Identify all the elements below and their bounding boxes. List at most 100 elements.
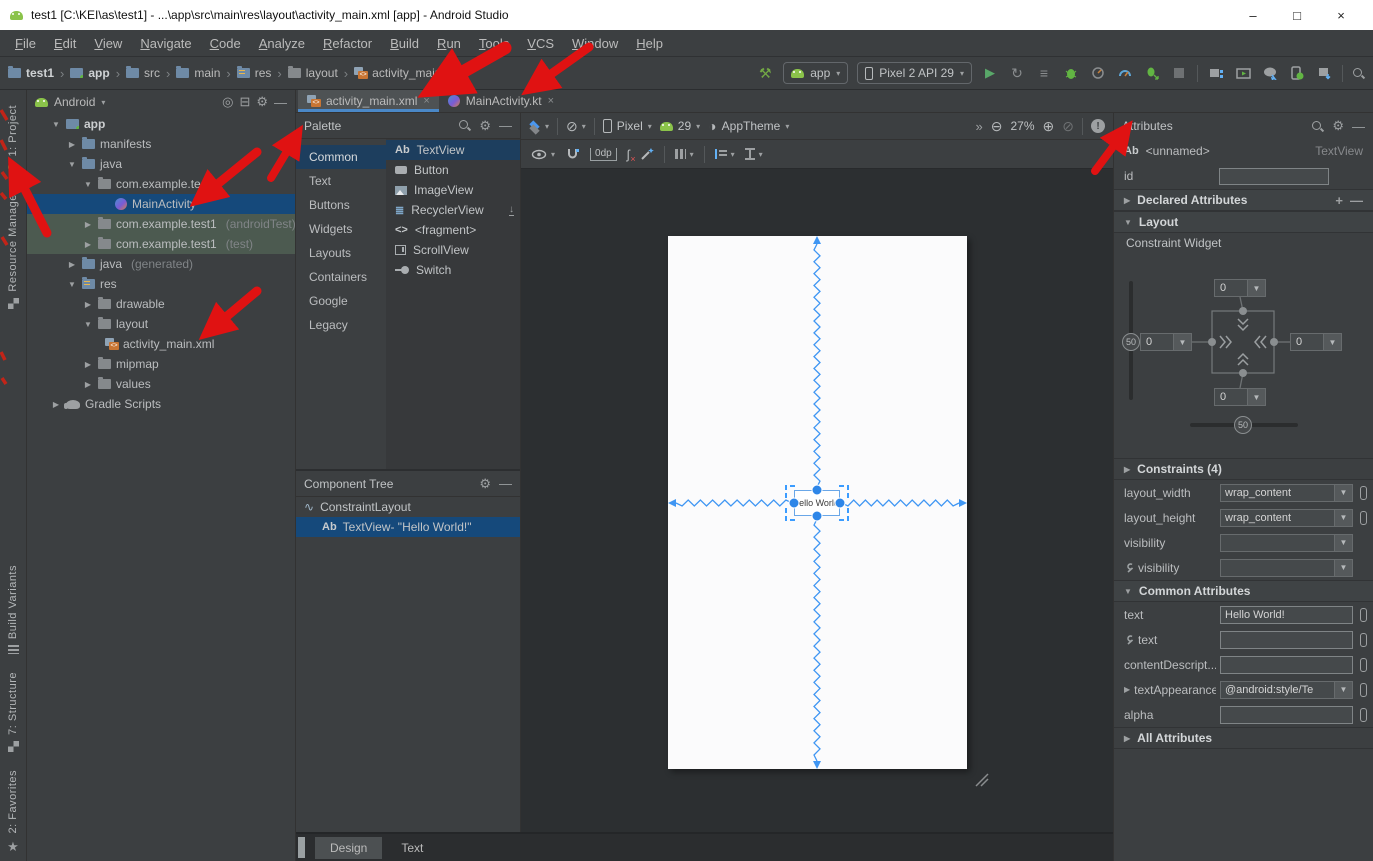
palette-category-google[interactable]: Google bbox=[296, 289, 386, 313]
tree-item-values[interactable]: ▶ values bbox=[27, 374, 295, 394]
design-canvas[interactable]: Hello World! bbox=[521, 169, 1113, 832]
flag-toggle[interactable] bbox=[1360, 511, 1367, 525]
layout-height-combo[interactable]: wrap_content▼ bbox=[1220, 509, 1353, 527]
menu-view[interactable]: View bbox=[85, 33, 131, 54]
breadcrumb-activity-main[interactable]: <>activity_main.xml bbox=[354, 66, 463, 80]
tree-item-package[interactable]: ▼ com.example.test1 bbox=[27, 174, 295, 194]
expand-arrow-icon[interactable]: ▶ bbox=[67, 260, 77, 269]
tab-text[interactable]: Text bbox=[386, 837, 438, 859]
flag-toggle[interactable] bbox=[1360, 486, 1367, 500]
breadcrumb-layout[interactable]: layout bbox=[288, 66, 338, 80]
menu-run[interactable]: Run bbox=[428, 33, 470, 54]
palette-item-recyclerview[interactable]: ≣ RecyclerView ↓ bbox=[386, 200, 520, 220]
constraint-widget[interactable]: 0 ▼ 0 ▼ 0 ▼ 0 ▼ bbox=[1114, 253, 1373, 458]
tree-item-mainactivity[interactable]: MainActivity bbox=[27, 194, 295, 214]
collapse-arrow-icon[interactable]: ▼ bbox=[83, 180, 93, 189]
palette-category-common[interactable]: Common bbox=[296, 145, 386, 169]
palette-item-textview[interactable]: Ab TextView bbox=[386, 140, 520, 160]
resize-grip[interactable] bbox=[981, 779, 988, 786]
download-icon[interactable]: ↓ bbox=[509, 205, 514, 216]
theme-selector[interactable]: ◑AppTheme▾ bbox=[708, 118, 789, 134]
distribute-selector[interactable]: ▾ bbox=[745, 148, 763, 160]
remove-attribute-button[interactable]: — bbox=[1350, 193, 1363, 208]
visibility-combo[interactable]: ▼ bbox=[1220, 534, 1353, 552]
api-selector[interactable]: 29▾ bbox=[660, 119, 700, 133]
gradle-sync-icon[interactable] bbox=[1261, 64, 1279, 82]
breadcrumb-src[interactable]: src bbox=[126, 66, 160, 80]
tree-item-manifests[interactable]: ▶ manifests bbox=[27, 134, 295, 154]
margin-left-combo[interactable]: 0 ▼ bbox=[1140, 333, 1192, 351]
apply-changes-icon[interactable]: ↻ bbox=[1008, 64, 1026, 82]
palette-item-scrollview[interactable]: ScrollView bbox=[386, 240, 520, 260]
section-common-attributes[interactable]: ▼ Common Attributes bbox=[1114, 580, 1373, 602]
tree-item-package-androidtest[interactable]: ▶ com.example.test1 (androidTest) bbox=[27, 214, 295, 234]
breadcrumb-res[interactable]: res bbox=[237, 66, 272, 80]
tool-windows-icon[interactable] bbox=[1207, 64, 1225, 82]
vertical-bias-badge[interactable]: 50 bbox=[1122, 333, 1140, 351]
resize-grip[interactable] bbox=[976, 774, 988, 786]
apply-code-changes-icon[interactable]: ≡ bbox=[1035, 64, 1053, 82]
margin-bottom-combo[interactable]: 0 ▼ bbox=[1214, 388, 1266, 406]
menu-refactor[interactable]: Refactor bbox=[314, 33, 381, 54]
add-attribute-button[interactable]: + bbox=[1335, 193, 1343, 208]
expand-arrow-icon[interactable]: ▶ bbox=[83, 300, 93, 309]
zoom-in-button[interactable]: ⊕ bbox=[1043, 118, 1055, 135]
flag-toggle[interactable] bbox=[1360, 708, 1367, 722]
debug-button[interactable] bbox=[1062, 64, 1080, 82]
component-constraintlayout[interactable]: ∿ ConstraintLayout bbox=[296, 497, 520, 517]
tree-item-drawable[interactable]: ▶ drawable bbox=[27, 294, 295, 314]
menu-code[interactable]: Code bbox=[201, 33, 250, 54]
search-icon[interactable] bbox=[458, 119, 471, 132]
close-tab-icon[interactable]: × bbox=[548, 95, 554, 107]
stop-button[interactable] bbox=[1170, 64, 1188, 82]
hide-panel-icon[interactable]: — bbox=[274, 95, 287, 110]
device-selector-combo[interactable]: Pixel 2 API 29 ▾ bbox=[857, 62, 972, 84]
expand-arrow-icon[interactable]: ▶ bbox=[83, 360, 93, 369]
gear-icon[interactable]: ⚙ bbox=[479, 118, 491, 134]
section-declared-attributes[interactable]: ▶ Declared Attributes + — bbox=[1114, 189, 1373, 211]
constraint-anchor-top[interactable] bbox=[1239, 307, 1247, 315]
build-hammer-icon[interactable]: ⚒ bbox=[756, 64, 774, 82]
margin-top-combo[interactable]: 0 ▼ bbox=[1214, 279, 1266, 297]
palette-category-widgets[interactable]: Widgets bbox=[296, 217, 386, 241]
section-layout[interactable]: ▼ Layout bbox=[1114, 211, 1373, 233]
default-margin-selector[interactable]: 0dp bbox=[590, 148, 617, 161]
content-description-input[interactable] bbox=[1220, 656, 1353, 674]
text-input[interactable]: Hello World! bbox=[1220, 606, 1353, 624]
breadcrumb-main[interactable]: main bbox=[176, 66, 220, 80]
menu-edit[interactable]: Edit bbox=[45, 33, 85, 54]
palette-item-button[interactable]: Button bbox=[386, 160, 520, 180]
menu-help[interactable]: Help bbox=[627, 33, 672, 54]
palette-item-fragment[interactable]: <> <fragment> bbox=[386, 220, 520, 240]
autoconnect-magnet-icon[interactable] bbox=[565, 148, 580, 161]
constraint-anchor-right[interactable] bbox=[1270, 338, 1278, 346]
project-view-selector[interactable]: Android bbox=[54, 95, 95, 109]
tool-button-resource-manager[interactable]: Resource Manager bbox=[7, 190, 19, 309]
menu-window[interactable]: Window bbox=[563, 33, 627, 54]
tree-item-layout[interactable]: ▼ layout bbox=[27, 314, 295, 334]
collapse-all-icon[interactable]: ⊟ bbox=[239, 94, 250, 110]
collapse-arrow-icon[interactable]: ▼ bbox=[51, 120, 61, 129]
alpha-input[interactable] bbox=[1220, 706, 1353, 724]
breadcrumb-test1[interactable]: test1 bbox=[8, 66, 54, 80]
zoom-fit-button[interactable]: ⊘ bbox=[1062, 118, 1074, 135]
tree-item-java-generated[interactable]: ▶ java (generated) bbox=[27, 254, 295, 274]
tree-item-java[interactable]: ▼ java bbox=[27, 154, 295, 174]
breadcrumb-app[interactable]: app bbox=[70, 66, 109, 80]
margin-right-combo[interactable]: 0 ▼ bbox=[1290, 333, 1342, 351]
zoom-out-button[interactable]: ⊖ bbox=[991, 118, 1003, 135]
logcat-icon[interactable] bbox=[1234, 64, 1252, 82]
hide-panel-icon[interactable]: — bbox=[499, 476, 512, 491]
collapse-arrow-icon[interactable]: ▼ bbox=[67, 160, 77, 169]
collapse-arrow-icon[interactable]: ▼ bbox=[83, 320, 93, 329]
flag-toggle[interactable] bbox=[1360, 683, 1367, 697]
expand-arrow-icon[interactable]: ▶ bbox=[83, 240, 93, 249]
clear-constraints-icon[interactable]: ʃ× bbox=[627, 147, 630, 162]
flag-toggle[interactable] bbox=[1360, 658, 1367, 672]
expand-arrow-icon[interactable]: ▶ bbox=[67, 140, 77, 149]
gear-icon[interactable]: ⚙ bbox=[256, 94, 268, 110]
tree-item-res[interactable]: ▼ res bbox=[27, 274, 295, 294]
constraint-anchor-bottom[interactable] bbox=[1239, 369, 1247, 377]
horizontal-bias-badge[interactable]: 50 bbox=[1234, 416, 1252, 434]
tab-mainactivity-kt[interactable]: MainActivity.kt × bbox=[439, 90, 563, 112]
